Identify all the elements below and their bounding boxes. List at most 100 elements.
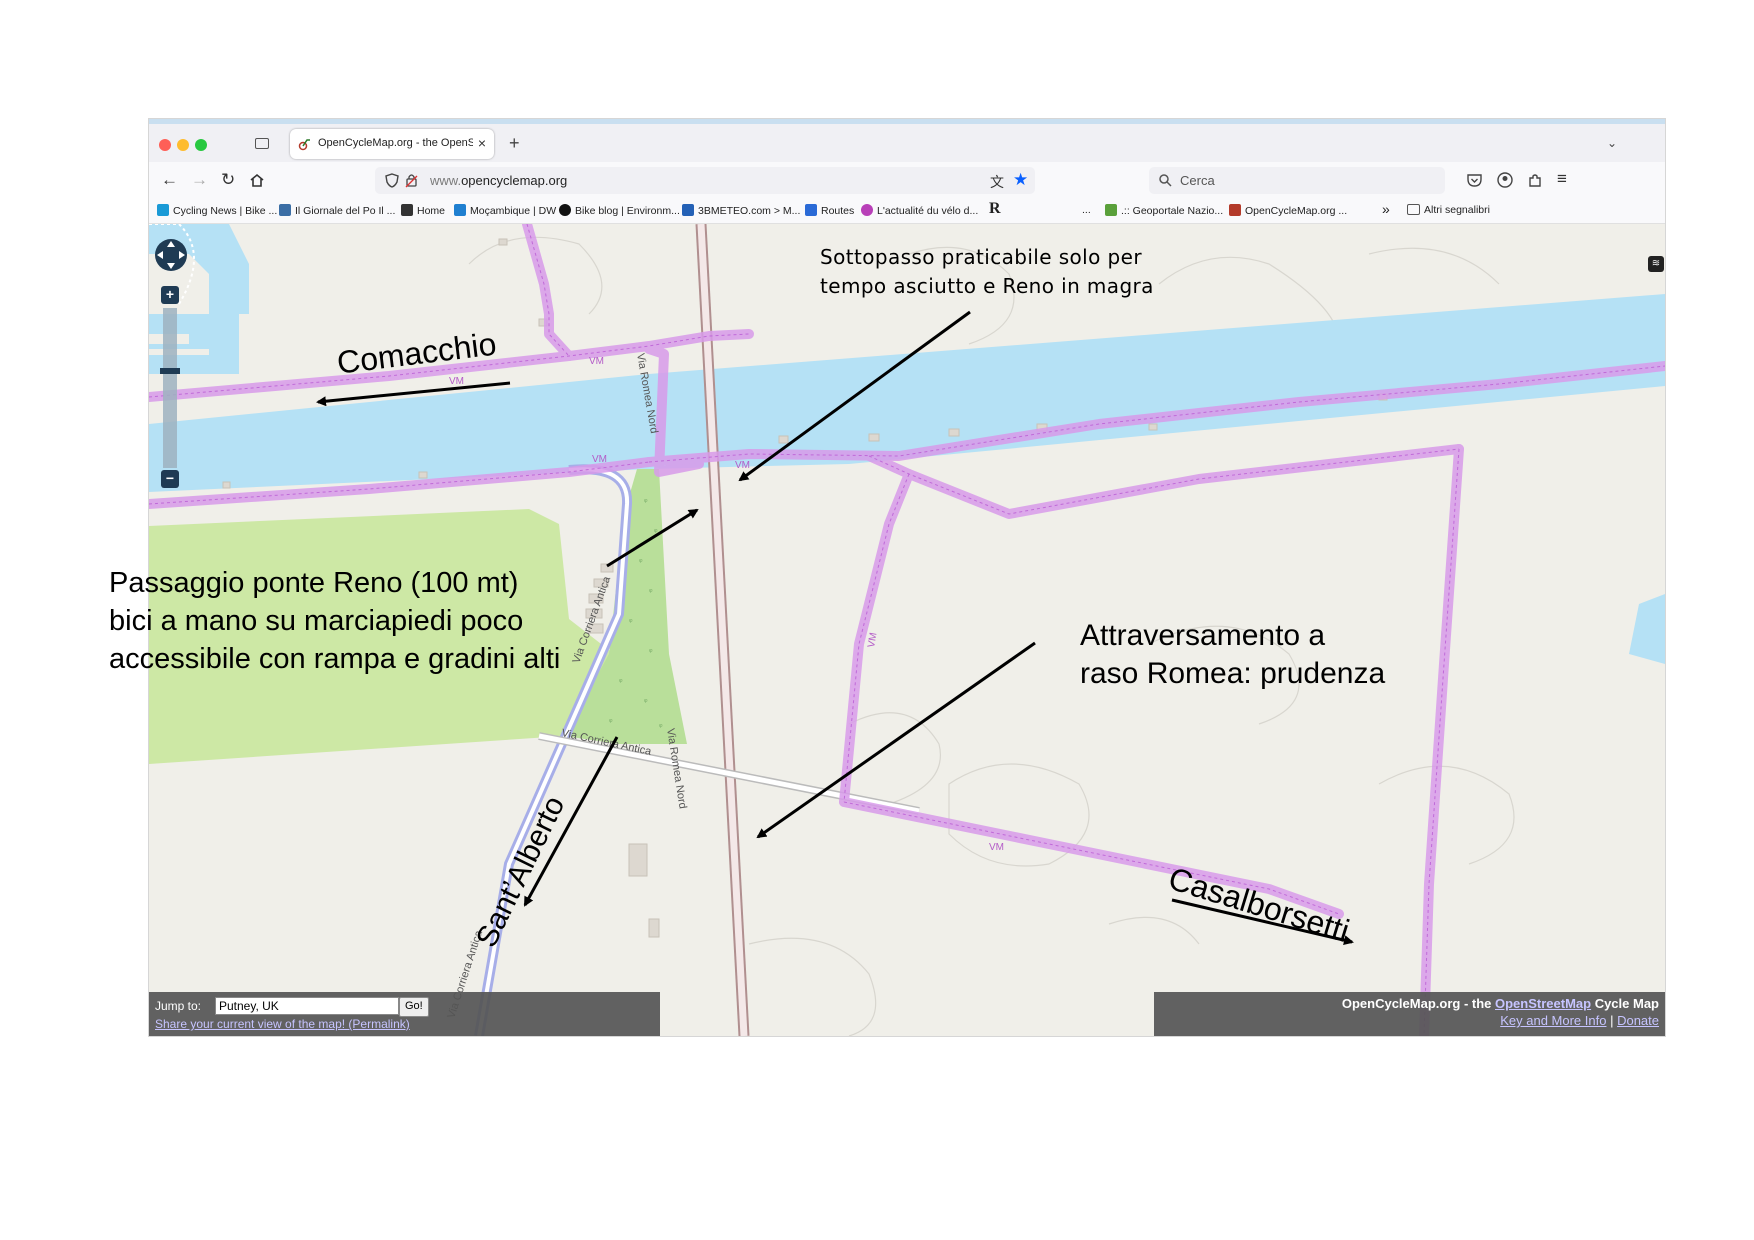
pan-control[interactable]: [154, 238, 188, 272]
bookmark-favicon-icon: [1105, 204, 1117, 216]
bookmark-item[interactable]: OpenCycleMap.org ...: [1229, 204, 1347, 217]
contour-line: [848, 712, 941, 805]
svg-text:ᵠ: ᵠ: [639, 557, 643, 566]
svg-text:ᵠ: ᵠ: [654, 527, 658, 536]
bookmark-item[interactable]: .:: Geoportale Nazio...: [1105, 204, 1223, 217]
bookmark-label: .:: Geoportale Nazio...: [1121, 205, 1224, 217]
bookmark-label: Altri segnalibri: [1424, 204, 1490, 216]
zoom-slider-track[interactable]: [163, 308, 177, 468]
route-label: VM: [449, 376, 464, 387]
shield-icon[interactable]: [385, 173, 399, 188]
bookmark-favicon-icon: [157, 204, 169, 216]
chevron-down-icon[interactable]: ⌄: [1607, 136, 1617, 150]
layer-switcher-icon[interactable]: ≋: [1648, 256, 1664, 272]
home-icon[interactable]: [249, 173, 265, 188]
bookmark-label: L'actualité du vélo d...: [877, 205, 979, 217]
new-tab-button[interactable]: +: [509, 133, 520, 154]
annotation-line: raso Romea: prudenza: [1080, 657, 1386, 690]
lock-icon[interactable]: [405, 173, 418, 188]
bookmark-label: OpenCycleMap.org ...: [1245, 205, 1348, 217]
maximize-window-button[interactable]: [195, 139, 207, 151]
link-separator: |: [1606, 1013, 1618, 1028]
attribution-links: Key and More Info | Donate: [1500, 1013, 1659, 1028]
bookmark-item[interactable]: Moçambique | DW: [454, 204, 556, 217]
menu-icon[interactable]: ≡: [1557, 169, 1567, 189]
bookmark-item[interactable]: Il Giornale del Po Il ...: [279, 204, 395, 217]
attribution-line: OpenCycleMap.org - the OpenStreetMap Cyc…: [1342, 996, 1659, 1011]
url-text[interactable]: www.opencyclemap.org: [430, 173, 567, 188]
annotation-line: accessibile con rampa e gradini alti: [109, 643, 561, 675]
minimize-window-button[interactable]: [177, 139, 189, 151]
annotation-passaggio: Passaggio ponte Reno (100 mt) bici a man…: [109, 564, 560, 678]
via-romea-nord-road: [697, 224, 748, 1036]
annotation-line: tempo asciutto e Reno in magra: [820, 274, 1154, 298]
extensions-icon[interactable]: [1527, 172, 1543, 188]
contour-line: [1108, 916, 1200, 945]
attribution-prefix: OpenCycleMap.org - the: [1341, 996, 1495, 1011]
zoom-in-button[interactable]: +: [161, 286, 179, 304]
more-bookmarks-button[interactable]: »: [1382, 201, 1390, 217]
bookmark-item[interactable]: 3BMETEO.com > M...: [682, 204, 800, 217]
contour-line: [1368, 247, 1500, 285]
bookmark-label: Cycling News | Bike ...: [173, 205, 278, 217]
tab-list-icon[interactable]: [255, 138, 269, 149]
annotation-attraversamento: Attraversamento a raso Romea: prudenza: [1080, 617, 1385, 693]
bookmarks-toolbar: Cycling News | Bike ... Il Giornale del …: [149, 198, 1665, 224]
jump-to-input[interactable]: [215, 997, 399, 1015]
tab-title: OpenCycleMap.org - the OpenS: [318, 137, 473, 149]
contour-line: [1378, 765, 1515, 865]
close-tab-icon[interactable]: ×: [478, 135, 486, 151]
go-button[interactable]: Go!: [399, 997, 429, 1017]
contour-line: [748, 937, 877, 1036]
tab-bar: OpenCycleMap.org - the OpenS × + ⌄: [149, 124, 1665, 162]
svg-text:ᵠ: ᵠ: [644, 697, 648, 706]
svg-text:ᵠ: ᵠ: [609, 717, 613, 726]
address-bar[interactable]: www.opencyclemap.org 文 ★: [375, 167, 1035, 194]
reload-button[interactable]: ↻: [221, 170, 235, 190]
bookmark-label: Home: [417, 205, 446, 217]
bicycle-icon: [401, 204, 413, 216]
bookmark-item[interactable]: L'actualité du vélo d...: [861, 204, 978, 217]
bookmark-label: Routes: [821, 205, 855, 217]
zoom-control: + −: [160, 286, 180, 488]
back-button[interactable]: ←: [161, 170, 178, 190]
bookmark-item[interactable]: Cycling News | Bike ...: [157, 204, 277, 217]
bookmark-label: Il Giornale del Po Il ...: [295, 205, 396, 217]
route-label: VM: [592, 454, 607, 465]
translate-icon[interactable]: 文: [990, 172, 1004, 192]
bookmark-favicon-icon: [279, 204, 291, 216]
jump-to-panel: Jump to: Go! Share your current view of …: [149, 992, 660, 1036]
openstreetmap-link[interactable]: OpenStreetMap: [1495, 996, 1591, 1011]
folder-icon: [1407, 204, 1420, 215]
pocket-icon[interactable]: [1467, 173, 1482, 187]
bookmark-label: ...: [1082, 204, 1091, 216]
bookmark-item[interactable]: Routes: [805, 204, 854, 217]
route-label: VM: [589, 356, 604, 367]
other-bookmarks-folder[interactable]: Altri segnalibri: [1407, 204, 1490, 216]
key-more-info-link[interactable]: Key and More Info: [1500, 1013, 1606, 1028]
zoom-out-button[interactable]: −: [161, 470, 179, 488]
bookmark-star-icon[interactable]: ★: [1013, 170, 1028, 190]
jump-to-label: Jump to:: [155, 999, 202, 1013]
svg-text:ᵠ: ᵠ: [629, 617, 633, 626]
svg-text:ᵠ: ᵠ: [649, 647, 653, 656]
zoom-slider-handle[interactable]: [160, 368, 180, 374]
forward-button[interactable]: →: [191, 170, 208, 190]
attribution-panel: OpenCycleMap.org - the OpenStreetMap Cyc…: [1154, 992, 1665, 1036]
bookmark-label: R: [989, 200, 1001, 217]
search-icon: [1159, 174, 1172, 187]
search-bar[interactable]: Cerca: [1149, 167, 1445, 194]
bookmark-item[interactable]: Bike blog | Environm...: [559, 204, 680, 217]
bookmark-item[interactable]: R: [989, 200, 1001, 218]
account-icon[interactable]: [1497, 172, 1513, 188]
donate-link[interactable]: Donate: [1617, 1013, 1659, 1028]
bookmark-item[interactable]: Home: [401, 204, 445, 217]
bookmark-favicon-icon: [861, 204, 873, 216]
tab-opencyclemap[interactable]: OpenCycleMap.org - the OpenS ×: [290, 129, 494, 159]
bookmark-item[interactable]: ...: [1082, 204, 1091, 216]
permalink-link[interactable]: Share your current view of the map! (Per…: [155, 1017, 410, 1031]
close-window-button[interactable]: [159, 139, 171, 151]
route-label: VM: [989, 842, 1004, 853]
route-label: VM: [866, 632, 879, 649]
bookmark-label: 3BMETEO.com > M...: [698, 205, 801, 217]
